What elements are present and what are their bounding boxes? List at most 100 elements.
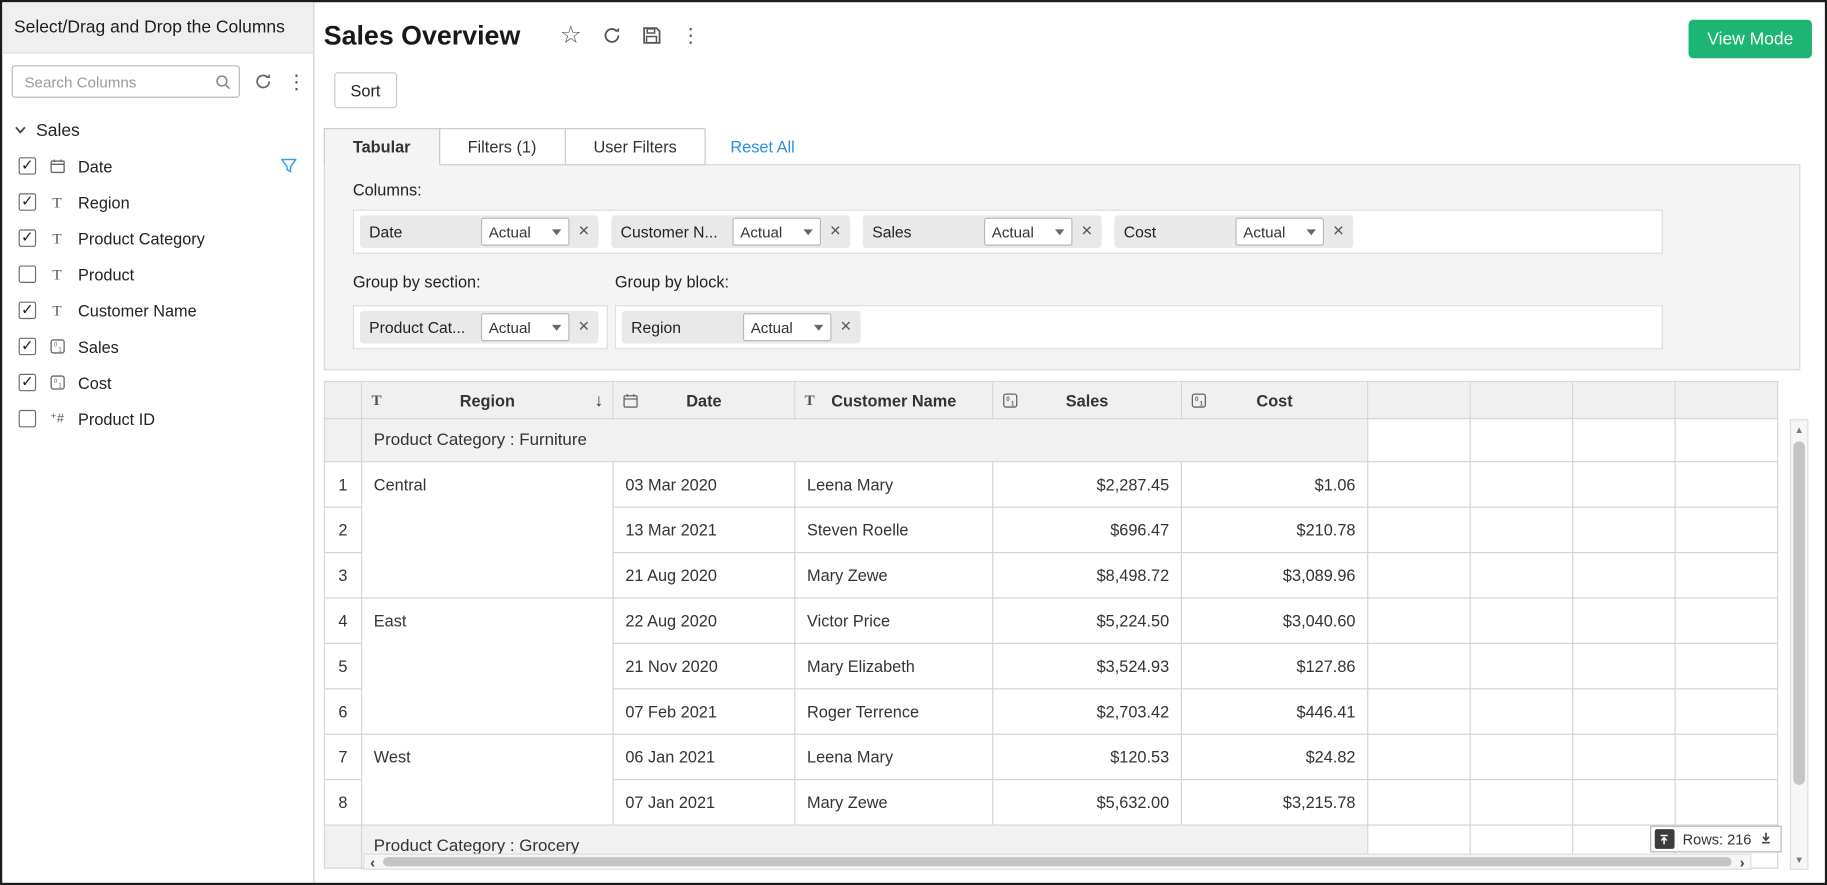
- scroll-down-arrow-icon[interactable]: ▼: [1791, 851, 1807, 867]
- chip-remove-icon[interactable]: ×: [578, 222, 589, 241]
- view-mode-button[interactable]: View Mode: [1689, 20, 1812, 58]
- tab-filters[interactable]: Filters (1): [438, 128, 565, 165]
- columns-sidebar: Select/Drag and Drop the Columns ⋮ Sales: [2, 2, 314, 882]
- chip-mode-select[interactable]: Actual: [984, 218, 1073, 246]
- cost-cell: $24.82: [1181, 734, 1367, 779]
- region-column-header[interactable]: T Region ↓: [362, 381, 614, 418]
- number-type-icon: 01: [1191, 392, 1206, 407]
- field-checkbox[interactable]: [19, 266, 36, 283]
- customer-cell: Mary Zewe: [795, 553, 993, 598]
- field-checkbox[interactable]: [19, 157, 36, 174]
- save-icon[interactable]: [641, 26, 661, 46]
- horizontal-scrollbar[interactable]: ‹ ›: [363, 854, 1751, 870]
- field-checkbox[interactable]: [19, 302, 36, 319]
- group-section-chip[interactable]: Product Cat... Actual ×: [360, 311, 599, 344]
- horizontal-scrollbar-thumb[interactable]: [383, 857, 1731, 866]
- chip-mode-select[interactable]: Actual: [481, 313, 570, 341]
- group-block-chip[interactable]: Region Actual ×: [622, 311, 861, 344]
- tab-user-filters[interactable]: User Filters: [564, 128, 706, 165]
- svg-text:1: 1: [1200, 400, 1204, 407]
- chip-remove-icon[interactable]: ×: [1333, 222, 1344, 241]
- field-row[interactable]: 01 Cost: [2, 364, 313, 400]
- sales-column-header[interactable]: 01 Sales: [993, 381, 1182, 418]
- field-checkbox[interactable]: [19, 374, 36, 391]
- chip-remove-icon[interactable]: ×: [1081, 222, 1092, 241]
- column-chip[interactable]: Cost Actual ×: [1114, 215, 1353, 248]
- field-row[interactable]: ⁺# Product ID: [2, 401, 313, 437]
- field-row[interactable]: Date: [2, 148, 313, 184]
- vertical-scrollbar[interactable]: ▲ ▼: [1790, 419, 1809, 870]
- refresh-report-icon[interactable]: [602, 26, 622, 46]
- field-row[interactable]: T Customer Name: [2, 292, 313, 328]
- text-type-icon: T: [48, 301, 67, 320]
- field-checkbox[interactable]: [19, 193, 36, 210]
- chevron-down-icon[interactable]: [14, 121, 27, 141]
- customer-name-column-header[interactable]: T Customer Name: [795, 381, 993, 418]
- chip-mode-select[interactable]: Actual: [481, 218, 570, 246]
- customer-cell: Leena Mary: [795, 462, 993, 507]
- date-column-header[interactable]: Date: [613, 381, 795, 418]
- text-type-icon: T: [48, 193, 67, 212]
- chip-remove-icon[interactable]: ×: [840, 318, 851, 337]
- favorite-star-icon[interactable]: ☆: [560, 23, 582, 47]
- field-label: Product Category: [78, 229, 205, 248]
- empty-column-header: [1573, 381, 1675, 418]
- refresh-columns-icon[interactable]: [254, 72, 273, 91]
- column-chip[interactable]: Sales Actual ×: [863, 215, 1102, 248]
- columns-drop-zone[interactable]: Date Actual × Customer N... Actual: [353, 210, 1663, 254]
- column-header-label: Sales: [1066, 391, 1109, 410]
- scroll-up-arrow-icon[interactable]: ▲: [1791, 422, 1807, 438]
- date-cell: 22 Aug 2020: [613, 598, 795, 643]
- date-cell: 13 Mar 2021: [613, 507, 795, 552]
- chip-mode-select[interactable]: Actual: [743, 313, 832, 341]
- chip-remove-icon[interactable]: ×: [830, 222, 841, 241]
- column-chip[interactable]: Customer N... Actual ×: [611, 215, 850, 248]
- row-number-cell: [324, 825, 361, 868]
- field-checkbox[interactable]: [19, 229, 36, 246]
- sort-descending-icon[interactable]: ↓: [594, 390, 603, 410]
- chip-mode-select[interactable]: Actual: [732, 218, 821, 246]
- row-number-cell: 7: [324, 734, 361, 779]
- chip-mode-value: Actual: [489, 223, 531, 240]
- cost-cell: $3,040.60: [1181, 598, 1367, 643]
- cost-column-header[interactable]: 01 Cost: [1181, 381, 1367, 418]
- text-type-icon: T: [371, 391, 381, 410]
- group-section-drop-zone[interactable]: Product Cat... Actual ×: [353, 305, 608, 349]
- field-row[interactable]: T Product Category: [2, 220, 313, 256]
- grid-header-row: T Region ↓ Date T Customer Name: [324, 381, 1777, 418]
- table-row[interactable]: 4 East 22 Aug 2020 Victor Price $5,224.5…: [324, 598, 1777, 643]
- sidebar-more-options-icon[interactable]: ⋮: [286, 72, 306, 92]
- scroll-to-top-icon[interactable]: [1655, 829, 1675, 849]
- number-type-icon: 01: [48, 339, 67, 354]
- field-row[interactable]: T Product: [2, 256, 313, 292]
- search-columns-box[interactable]: [12, 65, 240, 98]
- chip-remove-icon[interactable]: ×: [578, 318, 589, 337]
- field-checkbox[interactable]: [19, 410, 36, 427]
- field-checkbox[interactable]: [19, 338, 36, 355]
- reset-all-link[interactable]: Reset All: [730, 137, 794, 156]
- column-header-label: Customer Name: [831, 391, 956, 410]
- row-number-cell: 3: [324, 553, 361, 598]
- vertical-scrollbar-thumb[interactable]: [1793, 441, 1805, 785]
- row-number-cell: 4: [324, 598, 361, 643]
- scroll-left-arrow-icon[interactable]: ‹: [364, 855, 380, 869]
- group-block-drop-zone[interactable]: Region Actual ×: [615, 305, 1663, 349]
- field-row[interactable]: T Region: [2, 184, 313, 220]
- main-area: Sales Overview ☆ ⋮ View Mode Sort Tabula…: [314, 2, 1824, 882]
- svg-text:1: 1: [58, 383, 62, 390]
- chip-mode-select[interactable]: Actual: [1235, 218, 1324, 246]
- scroll-to-bottom-icon[interactable]: [1760, 831, 1773, 847]
- table-tree-node[interactable]: Sales: [2, 107, 313, 148]
- column-chip[interactable]: Date Actual ×: [360, 215, 599, 248]
- report-more-options-icon[interactable]: ⋮: [681, 26, 701, 46]
- table-row[interactable]: 1 Central 03 Mar 2020 Leena Mary $2,287.…: [324, 462, 1777, 507]
- sort-button[interactable]: Sort: [334, 72, 397, 108]
- scroll-right-arrow-icon[interactable]: ›: [1734, 855, 1750, 869]
- region-cell: West: [362, 734, 614, 825]
- filter-funnel-icon[interactable]: [281, 157, 297, 177]
- tab-tabular[interactable]: Tabular: [324, 128, 440, 165]
- field-row[interactable]: 01 Sales: [2, 328, 313, 364]
- table-row[interactable]: 7 West 06 Jan 2021 Leena Mary $120.53 $2…: [324, 734, 1777, 779]
- customer-cell: Victor Price: [795, 598, 993, 643]
- search-columns-input[interactable]: [22, 72, 214, 92]
